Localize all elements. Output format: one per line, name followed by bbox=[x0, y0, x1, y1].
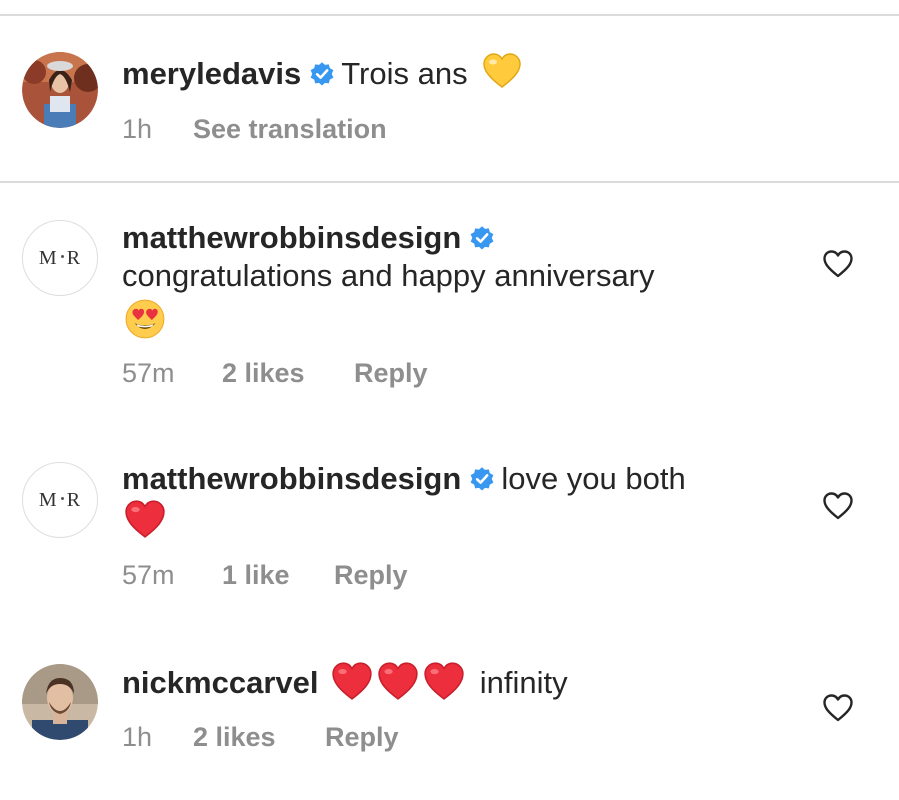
reply-button[interactable]: Reply bbox=[325, 722, 399, 753]
comment-body: love you both bbox=[501, 461, 686, 496]
red-heart-emoji-icon bbox=[378, 662, 418, 700]
top-divider bbox=[0, 14, 899, 16]
username[interactable]: nickmccarvel bbox=[122, 665, 318, 700]
timestamp: 1h bbox=[122, 722, 153, 752]
username[interactable]: matthewrobbinsdesign bbox=[122, 220, 461, 255]
reply-button[interactable]: Reply bbox=[334, 560, 408, 591]
comment-body: infinity bbox=[479, 665, 568, 700]
timestamp: 1h bbox=[122, 114, 153, 144]
profile-photo-meryledavis bbox=[22, 52, 98, 128]
avatar-matthewrobbinsdesign[interactable]: MR bbox=[22, 220, 98, 296]
comment-body: congratulations and happy anniversary bbox=[122, 258, 655, 293]
timestamp: 57m bbox=[122, 560, 175, 590]
verified-badge-icon bbox=[470, 226, 494, 250]
red-heart-emoji-icon bbox=[332, 662, 372, 700]
like-heart-icon[interactable] bbox=[822, 693, 854, 723]
comment-text: matthewrobbinsdesign love you both bbox=[122, 459, 686, 499]
comment-divider bbox=[0, 181, 899, 183]
verified-badge-icon bbox=[470, 467, 494, 491]
see-translation-button[interactable]: See translation bbox=[193, 114, 387, 145]
like-heart-icon[interactable] bbox=[822, 491, 854, 521]
likes-count-button[interactable]: 2 likes bbox=[193, 722, 276, 753]
like-heart-icon[interactable] bbox=[822, 249, 854, 279]
likes-count-button[interactable]: 2 likes bbox=[222, 358, 305, 389]
avatar-nickmccarvel[interactable] bbox=[22, 664, 98, 740]
avatar-monogram: MR bbox=[38, 246, 82, 269]
red-heart-emoji-icon bbox=[125, 500, 165, 538]
avatar-meryledavis[interactable] bbox=[22, 52, 98, 128]
timestamp: 57m bbox=[122, 358, 175, 388]
yellow-heart-icon bbox=[483, 53, 521, 88]
profile-photo-nickmccarvel bbox=[22, 664, 98, 740]
avatar-matthewrobbinsdesign[interactable]: MR bbox=[22, 462, 98, 538]
avatar-monogram: MR bbox=[38, 488, 82, 511]
verified-badge-icon bbox=[310, 62, 334, 86]
likes-count-button[interactable]: 1 like bbox=[222, 560, 290, 591]
username[interactable]: meryledavis bbox=[122, 56, 301, 91]
comment-text: nickmccarvel infinity bbox=[122, 661, 568, 703]
reply-button[interactable]: Reply bbox=[354, 358, 428, 389]
heart-eyes-emoji-icon bbox=[125, 299, 165, 339]
username[interactable]: matthewrobbinsdesign bbox=[122, 461, 461, 496]
red-heart-emoji-icon bbox=[424, 662, 464, 700]
comment-text: meryledavis Trois ans bbox=[122, 52, 522, 94]
comment-body: Trois ans bbox=[341, 56, 468, 91]
comment-text: matthewrobbinsdesign bbox=[122, 218, 501, 258]
